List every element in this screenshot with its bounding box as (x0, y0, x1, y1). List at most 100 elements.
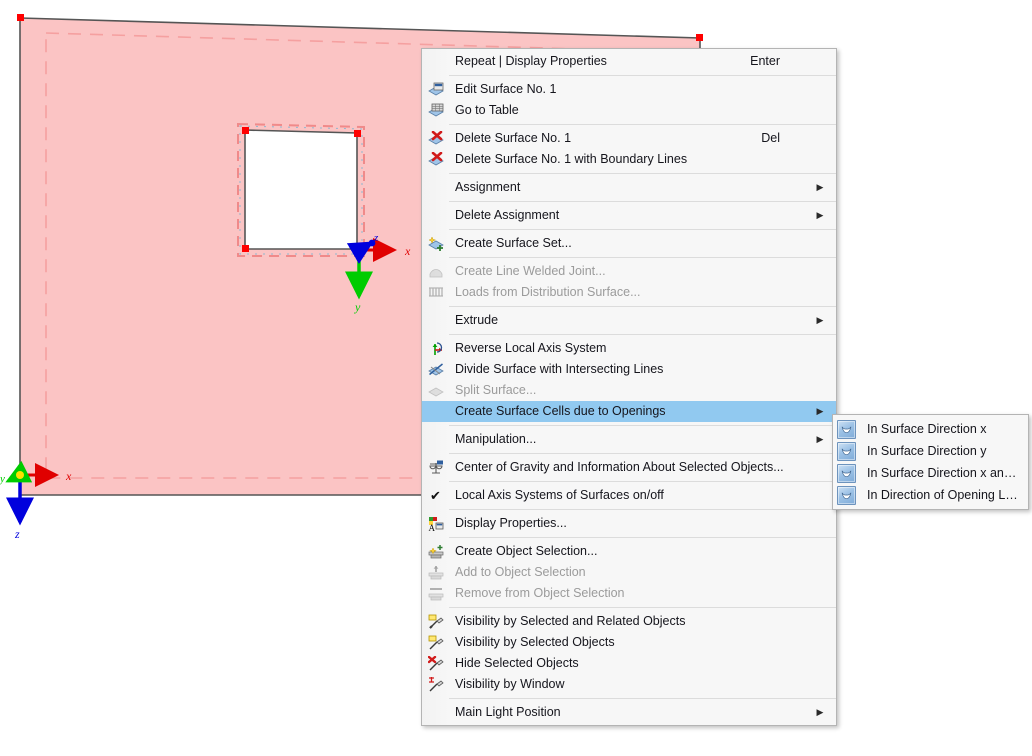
surface-cell-y-icon (836, 441, 856, 461)
menu-item-center-of-gravity[interactable]: Center of Gravity and Information About … (422, 457, 836, 478)
menu-item-delete-surface-boundary[interactable]: Delete Surface No. 1 with Boundary Lines (422, 149, 836, 170)
submenu-item-label: In Direction of Opening Lines (867, 488, 1020, 502)
menu-item-label: Split Surface... (455, 383, 537, 397)
menu-item-visibility-selected-related[interactable]: Visibility by Selected and Related Objec… (422, 611, 836, 632)
checkmark-icon: ✔ (430, 488, 441, 503)
submenu-item-in-surface-direction-x[interactable]: In Surface Direction x (833, 418, 1028, 440)
menu-item-icon-slot (422, 401, 449, 422)
surface-cell-opening-icon (833, 485, 859, 506)
menu-item-create-surface-cells[interactable]: Create Surface Cells due to Openings ▶ (422, 401, 836, 422)
menu-item-icon-slot (422, 51, 449, 72)
menu-item-label: Divide Surface with Intersecting Lines (455, 362, 664, 376)
visibility-window-icon (428, 676, 444, 693)
menu-separator (449, 698, 836, 699)
menu-item-label: Center of Gravity and Information About … (455, 460, 784, 474)
weld-icon (428, 264, 444, 280)
object-selection-add-icon (428, 565, 444, 581)
menu-item-label: Remove from Object Selection (455, 586, 625, 600)
menu-separator (449, 201, 836, 202)
reverse-axis-icon (422, 338, 449, 359)
hide-objects-icon (422, 653, 449, 674)
menu-item-icon-slot (422, 310, 449, 331)
menu-item-label: Create Line Welded Joint... (455, 264, 606, 278)
menu-item-local-axis-systems-toggle[interactable]: ✔ Local Axis Systems of Surfaces on/off (422, 485, 836, 506)
menu-item-label: Delete Assignment (455, 208, 560, 222)
menu-item-label: Local Axis Systems of Surfaces on/off (455, 488, 664, 502)
menu-item-display-properties[interactable]: A Display Properties... (422, 513, 836, 534)
svg-text:x: x (404, 244, 411, 258)
menu-item-add-to-object-selection: Add to Object Selection (422, 562, 836, 583)
menu-item-main-light-position[interactable]: Main Light Position ▶ (422, 702, 836, 723)
display-properties-icon: A (428, 516, 444, 532)
submenu-item-in-surface-direction-xy[interactable]: In Surface Direction x and y (833, 462, 1028, 484)
surface-split-icon (422, 380, 449, 401)
surface-cell-xy-icon (836, 463, 856, 483)
menu-item-label: Go to Table (455, 103, 519, 117)
submenu-item-in-surface-direction-y[interactable]: In Surface Direction y (833, 440, 1028, 462)
surface-cell-x-icon (833, 419, 859, 440)
context-menu[interactable]: Repeat | Display Properties Enter Edit Sur… (421, 48, 837, 726)
menu-item-visibility-selected[interactable]: Visibility by Selected Objects (422, 632, 836, 653)
menu-item-label: Hide Selected Objects (455, 656, 579, 670)
checkmark-icon: ✔ (422, 485, 449, 506)
menu-item-repeat[interactable]: Repeat | Display Properties Enter (422, 51, 836, 72)
menu-item-create-surface-set[interactable]: Create Surface Set... (422, 233, 836, 254)
menu-item-label: Add to Object Selection (455, 565, 586, 579)
menu-separator (449, 124, 836, 125)
menu-item-split-surface: Split Surface... (422, 380, 836, 401)
menu-separator (449, 453, 836, 454)
menu-separator (449, 607, 836, 608)
surface-delete-icon (422, 128, 449, 149)
menu-item-create-object-selection[interactable]: Create Object Selection... (422, 541, 836, 562)
menu-item-divide-surface[interactable]: Divide Surface with Intersecting Lines (422, 359, 836, 380)
svg-text:z: z (373, 232, 379, 244)
submenu-item-label: In Surface Direction x and y (867, 466, 1020, 480)
opening-shape[interactable] (244, 129, 358, 250)
menu-item-label: Create Object Selection... (455, 544, 598, 558)
menu-item-delete-assignment[interactable]: Delete Assignment ▶ (422, 205, 836, 226)
surface-cell-opening-icon (836, 485, 856, 505)
menu-item-label: Reverse Local Axis System (455, 341, 607, 355)
menu-item-go-to-table[interactable]: Go to Table (422, 100, 836, 121)
menu-item-hide-selected[interactable]: Hide Selected Objects (422, 653, 836, 674)
display-properties-icon: A (422, 513, 449, 534)
menu-item-label: Delete Surface No. 1 with Boundary Lines (455, 152, 688, 166)
menu-item-icon-slot (422, 177, 449, 198)
scales-icon (422, 457, 449, 478)
menu-separator (449, 425, 836, 426)
svg-text:x: x (65, 469, 72, 483)
menu-item-manipulation[interactable]: Manipulation... ▶ (422, 429, 836, 450)
menu-item-label: Visibility by Selected Objects (455, 635, 615, 649)
surface-split-icon (427, 383, 444, 399)
visibility-window-icon (422, 674, 449, 695)
visibility-related-icon (428, 614, 444, 630)
menu-item-label: Create Surface Set... (455, 236, 572, 250)
menu-item-assignment[interactable]: Assignment ▶ (422, 177, 836, 198)
chevron-right-icon: ▶ (816, 182, 824, 192)
menu-item-label: Delete Surface No. 1 (455, 131, 572, 145)
menu-item-icon-slot (422, 702, 449, 723)
menu-item-reverse-local-axis[interactable]: Reverse Local Axis System (422, 338, 836, 359)
svg-text:z: z (14, 527, 20, 541)
menu-separator (449, 257, 836, 258)
menu-item-label: Loads from Distribution Surface... (455, 285, 641, 299)
menu-item-icon-slot (422, 205, 449, 226)
menu-item-delete-surface[interactable]: Delete Surface No. 1 Del (422, 128, 836, 149)
menu-item-edit-surface[interactable]: Edit Surface No. 1 (422, 79, 836, 100)
menu-separator (449, 481, 836, 482)
menu-item-visibility-by-window[interactable]: Visibility by Window (422, 674, 836, 695)
visibility-selected-icon (428, 635, 444, 651)
surface-new-icon (427, 235, 444, 252)
submenu-item-label: In Surface Direction y (867, 444, 987, 458)
load-distribution-icon (428, 285, 444, 301)
object-selection-add-icon (422, 562, 449, 583)
hide-objects-icon (427, 655, 444, 672)
context-submenu-create-surface-cells[interactable]: In Surface Direction x In Surface Directi… (832, 414, 1029, 510)
menu-separator (449, 537, 836, 538)
menu-item-shortcut: Enter (750, 54, 780, 68)
submenu-item-in-direction-opening-lines[interactable]: In Direction of Opening Lines (833, 484, 1028, 506)
menu-item-extrude[interactable]: Extrude ▶ (422, 310, 836, 331)
menu-item-label: Visibility by Selected and Related Objec… (455, 614, 686, 628)
menu-separator (449, 173, 836, 174)
menu-separator (449, 229, 836, 230)
